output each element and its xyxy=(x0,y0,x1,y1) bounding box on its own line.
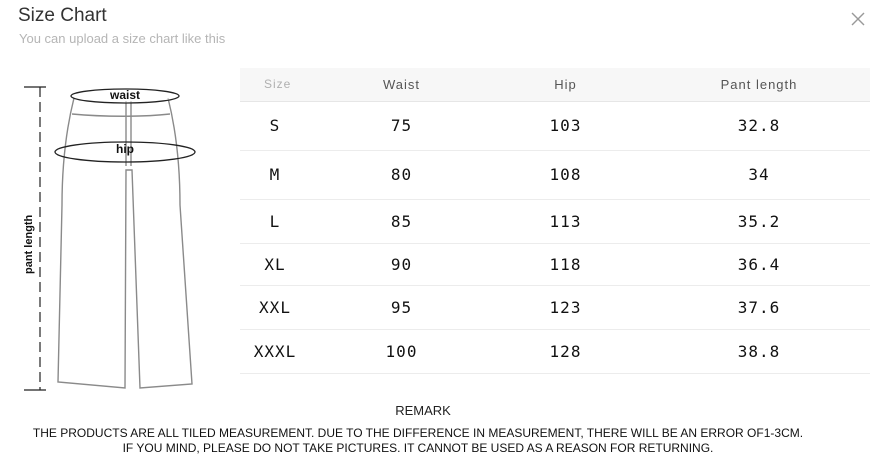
waist-cell: 80 xyxy=(320,150,483,200)
waist-cell: 75 xyxy=(320,101,483,151)
hip-cell: 118 xyxy=(483,243,648,286)
remark-heading: REMARK xyxy=(395,403,451,418)
size-cell: XXXL xyxy=(240,329,320,374)
table-row: XXL 95 123 37.6 xyxy=(240,285,870,330)
remark-line-2: IF YOU MIND, PLEASE DO NOT TAKE PICTURES… xyxy=(122,441,714,455)
close-button[interactable] xyxy=(848,9,868,29)
waist-cell: 90 xyxy=(320,243,483,286)
pant-length-cell: 36.4 xyxy=(648,243,870,286)
hip-cell: 108 xyxy=(483,150,648,200)
waist-cell: 95 xyxy=(320,285,483,330)
size-cell: L xyxy=(240,199,320,244)
hip-cell: 113 xyxy=(483,199,648,244)
pant-length-cell: 38.8 xyxy=(648,329,870,374)
hip-label: hip xyxy=(116,142,134,156)
waist-cell: 100 xyxy=(320,329,483,374)
remark-line-1: THE PRODUCTS ARE ALL TILED MEASUREMENT. … xyxy=(32,426,804,440)
header-pant-length: Pant length xyxy=(648,68,870,102)
close-icon xyxy=(851,12,865,26)
size-chart-title: Size Chart xyxy=(18,5,107,26)
header-waist: Waist xyxy=(320,68,483,102)
hip-cell: 128 xyxy=(483,329,648,374)
size-table: Size Waist Hip Pant length S 75 103 32.8… xyxy=(240,68,870,374)
waist-label: waist xyxy=(109,88,140,102)
table-header-row: Size Waist Hip Pant length xyxy=(240,68,870,102)
pants-measurement-diagram: waist hip pant length xyxy=(14,70,210,400)
size-cell: S xyxy=(240,101,320,151)
header-size: Size xyxy=(240,68,320,102)
waist-cell: 85 xyxy=(320,199,483,244)
hip-cell: 123 xyxy=(483,285,648,330)
header-hip: Hip xyxy=(483,68,648,102)
pants-outline-illustration: waist hip pant length xyxy=(23,86,196,391)
table-row: S 75 103 32.8 xyxy=(240,101,870,151)
table-row: L 85 113 35.2 xyxy=(240,199,870,244)
pant-length-cell: 34 xyxy=(648,150,870,200)
table-row: XL 90 118 36.4 xyxy=(240,243,870,286)
size-cell: M xyxy=(240,150,320,200)
size-chart-subtitle: You can upload a size chart like this xyxy=(19,31,226,46)
pant-length-cell: 35.2 xyxy=(648,199,870,244)
size-cell: XXL xyxy=(240,285,320,330)
pant-length-cell: 37.6 xyxy=(648,285,870,330)
pant-length-cell: 32.8 xyxy=(648,101,870,151)
size-cell: XL xyxy=(240,243,320,286)
table-row: XXXL 100 128 38.8 xyxy=(240,329,870,374)
table-row: M 80 108 34 xyxy=(240,150,870,200)
pant-length-label: pant length xyxy=(23,214,35,274)
hip-cell: 103 xyxy=(483,101,648,151)
